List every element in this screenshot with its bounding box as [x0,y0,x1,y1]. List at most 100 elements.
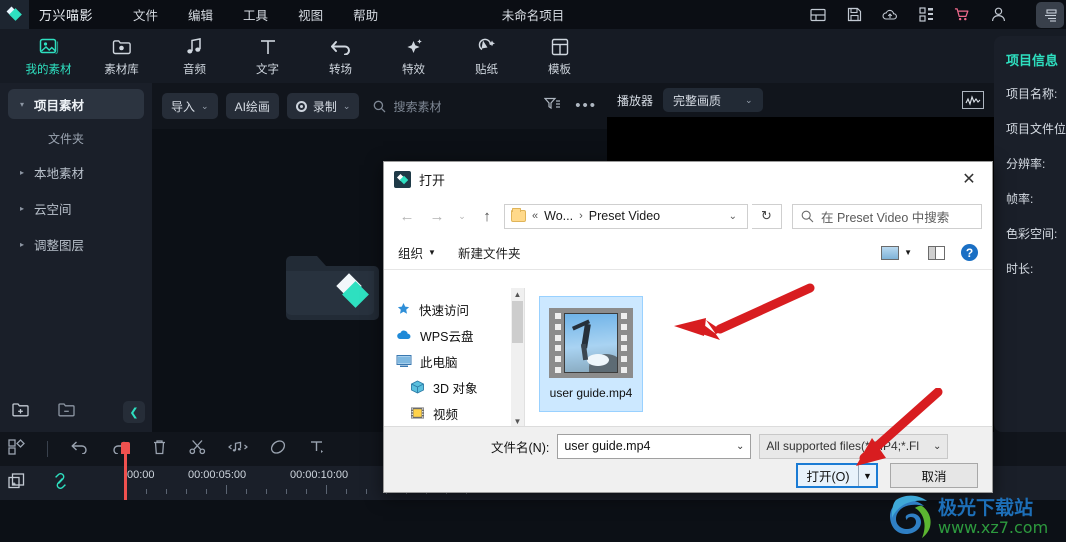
dialog-search-input[interactable]: 在 Preset Video 中搜索 [792,203,982,229]
chevron-down-icon: ▾ [20,99,25,109]
up-arrow-icon[interactable]: ↑ [474,203,500,229]
dialog-navigation-bar: ← → ⌄ ↑ « Wo... › Preset Video ⌄ ↻ 在 Pre… [384,196,992,236]
delete-icon[interactable] [152,439,167,460]
grid-apps-icon[interactable] [918,7,934,23]
playhead-knob[interactable] [121,442,130,454]
menu-item-tools[interactable]: 工具 [243,5,268,24]
close-icon[interactable]: ✕ [952,165,986,193]
tree-item-label: 3D 对象 [433,381,478,396]
layout-grid-icon[interactable] [8,438,25,460]
text-tool-icon[interactable] [308,439,326,460]
record-button[interactable]: 录制 ⌄ [286,93,360,119]
back-arrow-icon[interactable]: ← [394,203,420,229]
refresh-icon[interactable]: ↻ [752,203,782,229]
cart-icon[interactable] [954,7,970,23]
media-toolbar-right: ••• [543,97,597,116]
sidebar-item-project-media[interactable]: ▾ 项目素材 [8,89,144,119]
export-icon[interactable] [1036,2,1064,28]
sidebar-item-adjustment-layer[interactable]: ▸ 调整图层 [8,229,144,259]
import-label: 导入 [171,99,196,114]
open-button[interactable]: 打开(O) ▼ [796,463,878,488]
dropdown-arrow-icon[interactable]: ▼ [858,465,876,486]
chevron-down-icon: ⌄ [745,94,753,105]
chevron-down-icon[interactable]: ⌄ [725,211,741,222]
preview-pane-icon[interactable] [928,245,945,260]
new-folder-icon[interactable] [12,402,30,422]
import-button[interactable]: 导入 ⌄ [162,93,218,119]
link-icon[interactable] [51,472,70,494]
tab-effects[interactable]: 特效 [377,36,450,77]
marker-icon[interactable] [270,439,286,460]
chevron-right-icon: ▸ [20,239,25,249]
account-icon[interactable] [990,7,1006,23]
chevron-down-icon: ⌄ [342,100,351,111]
remove-folder-icon[interactable] [58,402,76,422]
info-row-project-location: 项目文件位 [1006,122,1066,136]
tab-my-media[interactable]: 我的素材 [12,36,85,77]
tree-item-quick-access[interactable]: 快速访问 [396,296,524,322]
file-list[interactable]: user guide.mp4 [524,288,992,428]
sidebar-item-local-media[interactable]: ▸ 本地素材 [8,157,144,187]
scrollbar-thumb[interactable] [512,301,523,343]
tree-item-label: 视频 [433,407,459,422]
tab-sticker[interactable]: 贴纸 [450,36,523,77]
open-file-dialog: 打开 ✕ ← → ⌄ ↑ « Wo... › Preset Video ⌄ ↻ … [383,161,993,493]
tab-label: 文字 [256,63,279,76]
sidebar-item-label: 本地素材 [34,166,85,181]
layout-icon[interactable] [810,7,826,23]
tree-scrollbar[interactable]: ▲ ▼ [511,288,524,428]
help-icon[interactable]: ? [961,244,978,261]
filter-icon[interactable] [543,97,561,116]
sidebar-item-folder[interactable]: 文件夹 [0,125,152,151]
forward-arrow-icon[interactable]: → [424,203,450,229]
new-folder-button[interactable]: 新建文件夹 [458,243,521,262]
tab-text[interactable]: 文字 [231,36,304,77]
video-file-icon [549,308,633,378]
save-icon[interactable] [846,7,862,23]
app-name: 万兴喵影 [39,8,94,23]
videos-folder-icon [411,407,424,419]
menu-item-help[interactable]: 帮助 [353,5,378,24]
tab-label: 模板 [548,63,571,76]
menu-item-view[interactable]: 视图 [298,5,323,24]
add-track-icon[interactable] [8,472,25,494]
cancel-button[interactable]: 取消 [890,463,978,488]
organize-button[interactable]: 组织 ▼ [398,243,436,262]
file-type-filter[interactable]: All supported files(*.MP4;*.Fl ⌄ [759,433,949,459]
breadcrumb[interactable]: « Wo... › Preset Video ⌄ [504,203,748,229]
menu-item-file[interactable]: 文件 [133,5,158,24]
scroll-up-icon[interactable]: ▲ [511,288,524,301]
collapse-icon[interactable]: ❮ [123,401,145,423]
empty-folder-illustration [270,239,390,344]
undo-icon[interactable] [70,440,89,459]
tree-item-3d-objects[interactable]: 3D 对象 [396,374,524,400]
chevron-down-icon[interactable]: ⌄ [933,441,941,452]
sidebar-item-cloud[interactable]: ▸ 云空间 [8,193,144,223]
breadcrumb-segment-1[interactable]: Wo... [544,209,573,223]
audio-detach-icon[interactable] [228,440,248,459]
ai-draw-button[interactable]: AI绘画 [225,93,279,119]
more-options-icon[interactable]: ••• [575,98,597,113]
tab-media-library[interactable]: 素材库 [85,36,158,77]
menu-item-edit[interactable]: 编辑 [188,5,213,24]
chevron-down-icon[interactable]: ⌄ [736,441,744,452]
breadcrumb-separator: › [579,210,583,222]
file-item[interactable]: user guide.mp4 [539,296,643,412]
tree-item-wps-cloud[interactable]: WPS云盘 [396,322,524,348]
record-dot-icon [295,100,307,112]
tree-item-this-pc[interactable]: 此电脑 [396,348,524,374]
breadcrumb-segment-2[interactable]: Preset Video [589,209,660,223]
app-logo [0,0,29,29]
tree-item-videos[interactable]: 视频 [396,400,524,426]
waveform-scope-icon[interactable] [962,91,984,109]
tab-transition[interactable]: 转场 [304,36,377,77]
quality-select[interactable]: 完整画质 ⌄ [663,88,763,112]
cloud-upload-icon[interactable] [882,7,898,23]
split-icon[interactable] [189,439,206,460]
recent-dropdown-icon[interactable]: ⌄ [454,211,470,222]
media-search[interactable]: 搜索素材 [373,98,441,115]
view-mode-button[interactable]: ▼ [881,245,912,260]
tab-audio[interactable]: 音频 [158,36,231,77]
filename-input[interactable]: user guide.mp4 ⌄ [557,433,752,459]
tab-template[interactable]: 模板 [523,36,596,77]
